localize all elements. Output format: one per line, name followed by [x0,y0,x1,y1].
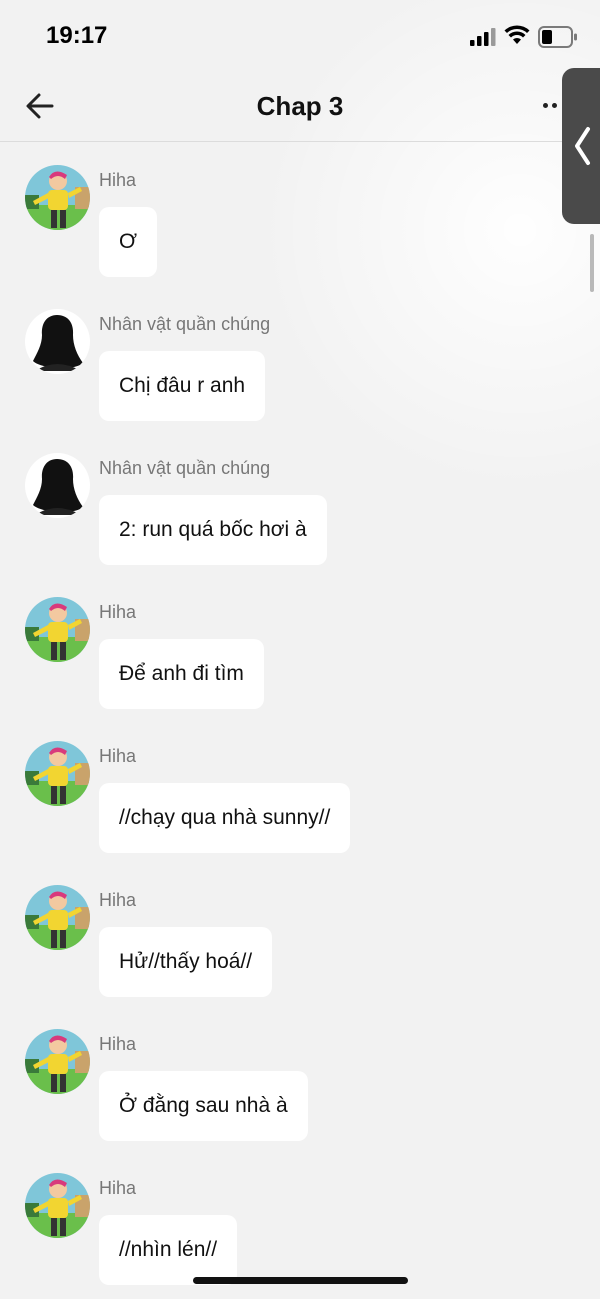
chat-message: Hiha //chạy qua nhà sunny// [0,719,600,863]
message-bubble[interactable]: 2: run quá bốc hơi à [99,495,327,565]
chat-message: Hiha //nhìn lén// [0,1151,600,1295]
sender-name: Hiha [99,1178,137,1198]
sender-name: Nhân vật quần chúng [99,458,271,478]
home-indicator[interactable] [193,1277,408,1284]
sender-name: Hiha [99,602,137,622]
cartoon-character-avatar[interactable] [25,165,90,230]
status-time: 19:17 [46,22,108,49]
wifi-icon [504,25,530,44]
chat-message-list: Hiha Ơ Nhân vật quần chúng Chị đâu r anh N… [0,143,600,1295]
cellular-signal-icon [470,28,496,46]
chat-message: Hiha Hử//thấy hoá// [0,863,600,1007]
sender-name: Hiha [99,890,137,910]
dot [543,103,548,108]
chat-message: Nhân vật quần chúng 2: run quá bốc hơi à [0,431,600,575]
silhouette-avatar[interactable] [25,309,90,374]
chat-message: Hiha Ở đằng sau nhà à [0,1007,600,1151]
message-bubble[interactable]: //nhìn lén// [99,1215,238,1285]
cartoon-character-avatar[interactable] [25,597,90,662]
chat-header: Chap 3 [0,72,600,142]
message-bubble[interactable]: Ơ [99,207,158,277]
message-bubble[interactable]: Ở đằng sau nhà à [99,1071,308,1141]
page-title: Chap 3 [256,91,344,121]
message-bubble[interactable]: Để anh đi tìm [99,639,264,709]
cartoon-character-avatar[interactable] [25,741,90,806]
sender-name: Nhân vật quần chúng [99,314,271,334]
status-bar: 19:17 [0,0,600,72]
dot [552,103,557,108]
silhouette-avatar[interactable] [25,453,90,518]
chat-message: Hiha Ơ [0,143,600,287]
sender-name: Hiha [99,746,137,766]
chat-message: Nhân vật quần chúng Chị đâu r anh [0,287,600,431]
sender-name: Hiha [99,1034,137,1054]
chat-message: Hiha Để anh đi tìm [0,575,600,719]
cartoon-character-avatar[interactable] [25,1173,90,1238]
cartoon-character-avatar[interactable] [25,1029,90,1094]
battery-icon [538,26,577,48]
message-bubble[interactable]: Chị đâu r anh [99,351,266,421]
sender-name: Hiha [99,170,137,190]
message-bubble[interactable]: //chạy qua nhà sunny// [99,783,351,853]
cartoon-character-avatar[interactable] [25,885,90,950]
more-options-button[interactable] [540,94,564,118]
message-bubble[interactable]: Hử//thấy hoá// [99,927,273,997]
